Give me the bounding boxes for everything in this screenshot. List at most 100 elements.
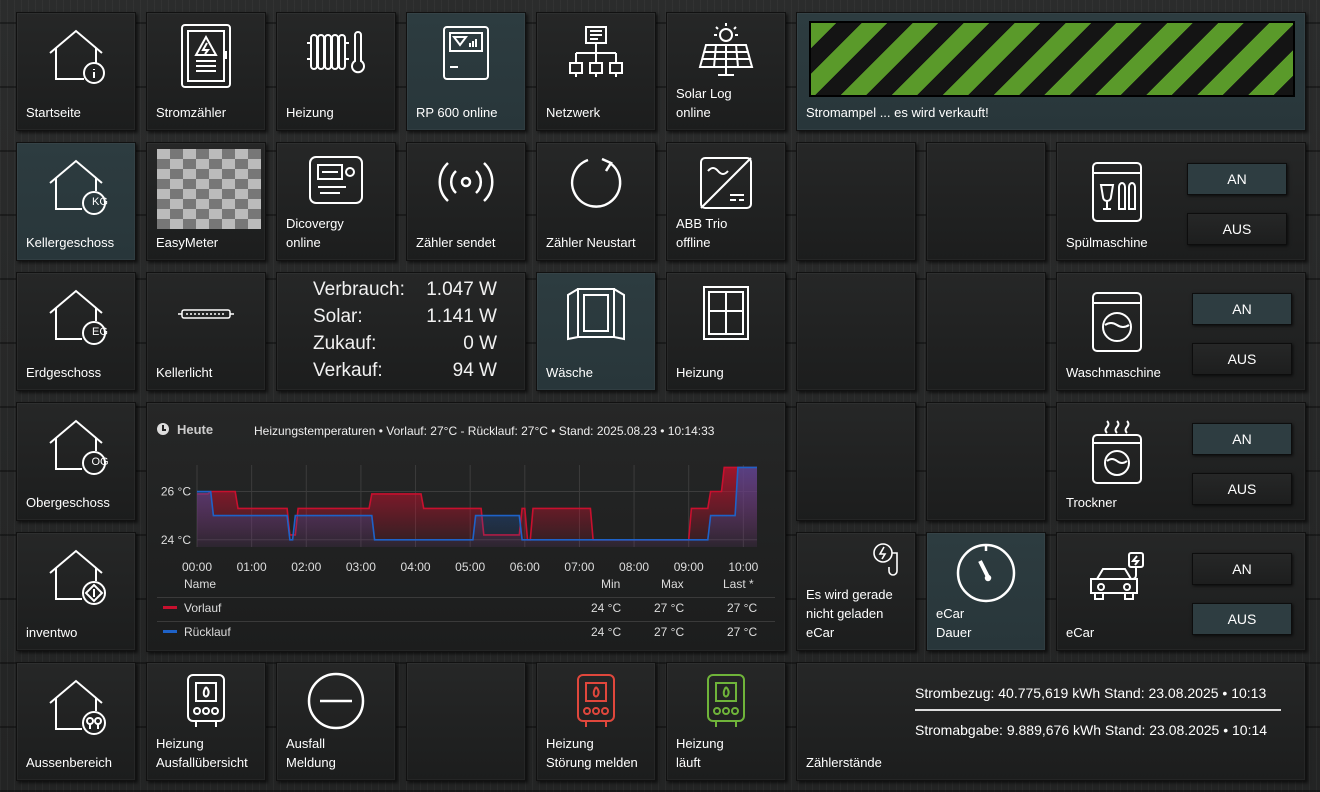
tile-label: Zähler Neustart: [546, 235, 636, 250]
tile-erdgeschoss[interactable]: EG Erdgeschoss: [16, 272, 136, 391]
tile-waesche[interactable]: Wäsche: [536, 272, 656, 391]
tile-label: eCar: [1066, 625, 1095, 640]
x-tick-label: 07:00: [564, 560, 594, 574]
tile-label: Dicovergy online: [286, 216, 344, 250]
tile-abb-trio[interactable]: ABB Trio offline: [666, 142, 786, 261]
trockner-aus-button[interactable]: AUS: [1192, 473, 1292, 505]
tile-spuelmaschine[interactable]: AN AUS Spülmaschine: [1056, 142, 1306, 261]
easymeter-image: [157, 149, 261, 229]
tile-empty: [926, 402, 1046, 521]
tile-heizung-fenster[interactable]: Heizung: [666, 272, 786, 391]
charger-icon: [871, 541, 905, 582]
house-info-icon: [44, 23, 108, 87]
tile-netzwerk[interactable]: Netzwerk: [536, 12, 656, 131]
floor-badge: KG: [92, 196, 108, 208]
inverter-icon: [698, 155, 754, 211]
tile-heizung-ausfall[interactable]: Heizung Ausfallübersicht: [146, 662, 266, 781]
legend-row-name[interactable]: Rücklauf: [184, 625, 231, 639]
tile-waschmaschine[interactable]: AN AUS Waschmaschine: [1056, 272, 1306, 391]
legend-row-max: 27 °C: [654, 625, 685, 639]
tile-empty: [926, 142, 1046, 261]
tile-zaehler-neustart[interactable]: Zähler Neustart: [536, 142, 656, 261]
legend-row-min: 24 °C: [591, 601, 622, 615]
tile-ecar[interactable]: AN AUS eCar: [1056, 532, 1306, 651]
verbrauch-label: Verbrauch:: [313, 279, 405, 300]
tile-label: eCar Dauer: [936, 606, 972, 640]
chart-range-label[interactable]: Heute: [177, 422, 213, 437]
solar-label: Solar:: [313, 306, 363, 327]
tile-label: Wäsche: [546, 365, 593, 380]
tube-light-icon: [176, 307, 236, 321]
house-inventwo-icon: [44, 543, 108, 607]
tile-stromzaehler[interactable]: Stromzähler: [146, 12, 266, 131]
x-tick-label: 10:00: [728, 560, 758, 574]
open-window-icon: [564, 285, 628, 341]
floor-badge: EG: [92, 326, 108, 338]
clock-icon: [157, 423, 169, 435]
spuelmaschine-an-button[interactable]: AN: [1187, 163, 1287, 195]
x-tick-label: 00:00: [182, 560, 212, 574]
tile-label: Aussenbereich: [26, 755, 112, 770]
meter-divider: [915, 709, 1281, 711]
restart-icon: [564, 151, 628, 215]
zukauf-label: Zukauf:: [313, 333, 377, 354]
trockner-an-button[interactable]: AN: [1192, 423, 1292, 455]
verbrauch-value: 1.047 W: [426, 279, 497, 300]
waschmaschine-an-button[interactable]: AN: [1192, 293, 1292, 325]
tile-ecar-dauer[interactable]: eCar Dauer: [926, 532, 1046, 651]
heating-chart-tile: Heute Heizungstemperaturen • Vorlauf: 27…: [146, 402, 786, 652]
floor-badge: OG: [91, 456, 109, 468]
tile-label: RP 600 online: [416, 105, 498, 120]
zukauf-value: 0 W: [463, 333, 497, 354]
tile-inventwo[interactable]: inventwo: [16, 532, 136, 651]
tile-kellergeschoss[interactable]: KG Kellergeschoss: [16, 142, 136, 261]
tile-obergeschoss[interactable]: OG Obergeschoss: [16, 402, 136, 521]
x-tick-label: 05:00: [455, 560, 485, 574]
x-tick-label: 09:00: [674, 560, 704, 574]
tile-empty: [926, 272, 1046, 391]
tile-aussenbereich[interactable]: Aussenbereich: [16, 662, 136, 781]
tile-heizung-stoerung[interactable]: Heizung Störung melden: [536, 662, 656, 781]
tile-solarlog[interactable]: Solar Log online: [666, 12, 786, 131]
tile-label: Obergeschoss: [26, 495, 110, 510]
washing-machine-icon: [1089, 291, 1145, 360]
legend-row-min: 24 °C: [591, 625, 622, 639]
tile-rp600[interactable]: RP 600 online: [406, 12, 526, 131]
radiator-thermometer-icon: [303, 29, 369, 79]
tile-startseite[interactable]: Startseite: [16, 12, 136, 131]
tile-label: Stromampel ... es wird verkauft!: [806, 105, 989, 120]
tile-easymeter[interactable]: EasyMeter: [146, 142, 266, 261]
tile-discovergy[interactable]: Dicovergy online: [276, 142, 396, 261]
tile-ecar-status[interactable]: Es wird gerade nicht geladen eCar: [796, 532, 916, 651]
tile-empty: [796, 402, 916, 521]
tile-ausfall-meldung[interactable]: Ausfall Meldung: [276, 662, 396, 781]
tile-heizung[interactable]: Heizung: [276, 12, 396, 131]
x-tick-label: 08:00: [619, 560, 649, 574]
network-icon: [568, 25, 624, 81]
ecar-an-button[interactable]: AN: [1192, 553, 1292, 585]
series-area-rücklauf: [197, 467, 757, 547]
verkauf-value: 94 W: [452, 360, 497, 381]
spuelmaschine-aus-button[interactable]: AUS: [1187, 213, 1287, 245]
ecar-aus-button[interactable]: AUS: [1192, 603, 1292, 635]
tile-kellerlicht[interactable]: Kellerlicht: [146, 272, 266, 391]
electric-cabinet-icon: [174, 21, 238, 91]
solar-panel-icon: [694, 21, 758, 81]
tile-trockner[interactable]: AN AUS Trockner: [1056, 402, 1306, 521]
car-charging-icon: [1087, 551, 1151, 616]
tile-heizung-laeuft[interactable]: Heizung läuft: [666, 662, 786, 781]
tile-zaehlerstaende[interactable]: Strombezug: 40.775,619 kWh Stand: 23.08.…: [796, 662, 1306, 781]
waschmaschine-aus-button[interactable]: AUS: [1192, 343, 1292, 375]
tile-label: Kellerlicht: [156, 365, 213, 380]
stromabgabe-text: Stromabgabe: 9.889,676 kWh Stand: 23.08.…: [915, 722, 1268, 738]
legend-row-last: 27 °C: [727, 601, 758, 615]
dryer-icon: [1089, 419, 1145, 490]
tile-label: Netzwerk: [546, 105, 601, 120]
legend-row-name[interactable]: Vorlauf: [184, 601, 221, 615]
x-tick-label: 03:00: [346, 560, 376, 574]
tile-label: Zählerstände: [806, 755, 882, 770]
tile-stromampel[interactable]: Stromampel ... es wird verkauft!: [796, 12, 1306, 131]
tile-zaehler-sendet[interactable]: Zähler sendet: [406, 142, 526, 261]
legend-header-last: Last *: [723, 577, 754, 591]
tile-label: Spülmaschine: [1066, 235, 1148, 250]
